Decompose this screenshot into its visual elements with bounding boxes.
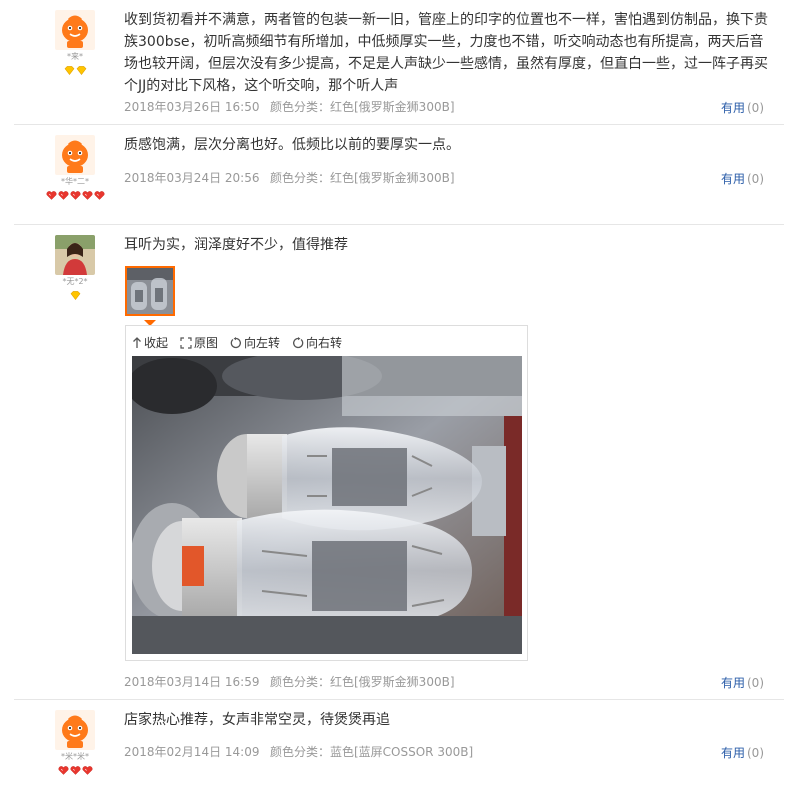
- avatar[interactable]: [55, 710, 95, 750]
- reviewer-info: *华*二*: [54, 135, 96, 203]
- review-date: 2018年03月24日 20:56: [124, 171, 260, 185]
- review-photo-thumbnail[interactable]: [125, 266, 175, 316]
- diamond-icon: [64, 66, 75, 75]
- buyer-level-badge: [54, 291, 96, 303]
- avatar[interactable]: [55, 135, 95, 175]
- rotate-left-label: 向左转: [244, 336, 281, 350]
- review-date: 2018年03月14日 16:59: [124, 675, 260, 689]
- useful-button[interactable]: 有用: [721, 101, 745, 115]
- heart-icon: [70, 766, 81, 775]
- diamond-icon: [76, 66, 87, 75]
- avatar[interactable]: [55, 235, 95, 275]
- collapse-button[interactable]: 收起: [132, 334, 168, 351]
- review-date: 2018年03月26日 16:50: [124, 100, 260, 114]
- rotate-left-icon: [230, 336, 242, 348]
- review-text: 耳听为实，润泽度好不少，值得推荐: [124, 237, 348, 253]
- heart-icon: [46, 191, 57, 200]
- useful-count: (0): [747, 746, 764, 760]
- useful-count: (0): [747, 101, 764, 115]
- useful-count: (0): [747, 172, 764, 186]
- useful-vote: 有用 (0): [721, 674, 764, 691]
- rotate-right-label: 向右转: [306, 336, 343, 350]
- reviewer-nickname: *华*二*: [61, 177, 89, 186]
- review-item: *无*2* 耳听为实，润泽度好不少，值得推荐 收起 原图 向左转 向右转 201…: [14, 225, 784, 700]
- buyer-level-badge: [42, 191, 108, 203]
- review-text: 店家热心推荐，女声非常空灵，待煲煲再追: [124, 712, 390, 728]
- useful-count: (0): [747, 676, 764, 690]
- heart-icon: [82, 766, 93, 775]
- reviewer-nickname: *米*米*: [61, 752, 89, 761]
- heart-icon: [82, 191, 93, 200]
- collapse-label: 收起: [144, 336, 169, 350]
- reviewer-info: *米*米*: [54, 710, 96, 778]
- buyer-level-badge: [54, 66, 96, 78]
- review-spec: 颜色分类：红色[俄罗斯金狮300B]: [270, 100, 455, 114]
- useful-vote: 有用 (0): [721, 99, 764, 116]
- review-item: *米*米* 店家热心推荐，女声非常空灵，待煲煲再追 2018年02月14日 14…: [14, 700, 784, 800]
- useful-vote: 有用 (0): [721, 170, 764, 187]
- original-image-button[interactable]: 原图: [180, 334, 218, 351]
- useful-button[interactable]: 有用: [721, 746, 745, 760]
- rotate-right-button[interactable]: 向右转: [292, 334, 342, 351]
- expand-icon: [180, 336, 192, 349]
- reviewer-info: *来*: [54, 10, 96, 78]
- buyer-level-badge: [54, 766, 96, 778]
- diamond-icon: [70, 291, 81, 300]
- rotate-left-button[interactable]: 向左转: [230, 334, 280, 351]
- arrow-up-icon: [133, 336, 141, 348]
- review-spec: 颜色分类：红色[俄罗斯金狮300B]: [270, 675, 455, 689]
- original-image-label: 原图: [194, 336, 219, 350]
- review-meta: 2018年02月14日 14:09 颜色分类：蓝色[蓝屏COSSOR 300B]: [124, 743, 473, 760]
- review-photo-large: [132, 356, 522, 654]
- rotate-right-icon: [293, 336, 304, 348]
- review-meta: 2018年03月26日 16:50 颜色分类：红色[俄罗斯金狮300B]: [124, 98, 455, 115]
- review-item: *华*二* 质感饱满，层次分离也好。低频比以前的要厚实一点。 2018年03月2…: [14, 125, 784, 225]
- useful-vote: 有用 (0): [721, 744, 764, 761]
- useful-button[interactable]: 有用: [721, 172, 745, 186]
- vacuum-tube-photo: [127, 268, 173, 314]
- review-date: 2018年02月14日 14:09: [124, 745, 260, 759]
- review-meta: 2018年03月24日 20:56 颜色分类：红色[俄罗斯金狮300B]: [124, 169, 455, 186]
- heart-icon: [70, 191, 81, 200]
- useful-button[interactable]: 有用: [721, 676, 745, 690]
- avatar[interactable]: [55, 10, 95, 50]
- review-spec: 颜色分类：红色[俄罗斯金狮300B]: [270, 171, 455, 185]
- review-spec: 颜色分类：蓝色[蓝屏COSSOR 300B]: [270, 745, 474, 759]
- review-item: *来* 收到货初看并不满意，两者管的包装一新一旧，管座上的印字的位置也不一样，害…: [14, 0, 784, 125]
- heart-icon: [94, 191, 105, 200]
- viewer-toolbar: 收起 原图 向左转 向右转: [132, 334, 342, 351]
- photo-viewer: 收起 原图 向左转 向右转: [125, 325, 528, 661]
- vacuum-tube-photo: [132, 356, 522, 654]
- reviewer-nickname: *来*: [67, 52, 83, 61]
- review-text: 质感饱满，层次分离也好。低频比以前的要厚实一点。: [124, 137, 460, 153]
- review-meta: 2018年03月14日 16:59 颜色分类：红色[俄罗斯金狮300B]: [124, 673, 455, 690]
- reviewer-nickname: *无*2*: [62, 277, 88, 286]
- reviewer-info: *无*2*: [54, 235, 96, 303]
- heart-icon: [58, 191, 69, 200]
- review-text: 收到货初看并不满意，两者管的包装一新一旧，管座上的印字的位置也不一样，害怕遇到仿…: [124, 12, 768, 94]
- heart-icon: [58, 766, 69, 775]
